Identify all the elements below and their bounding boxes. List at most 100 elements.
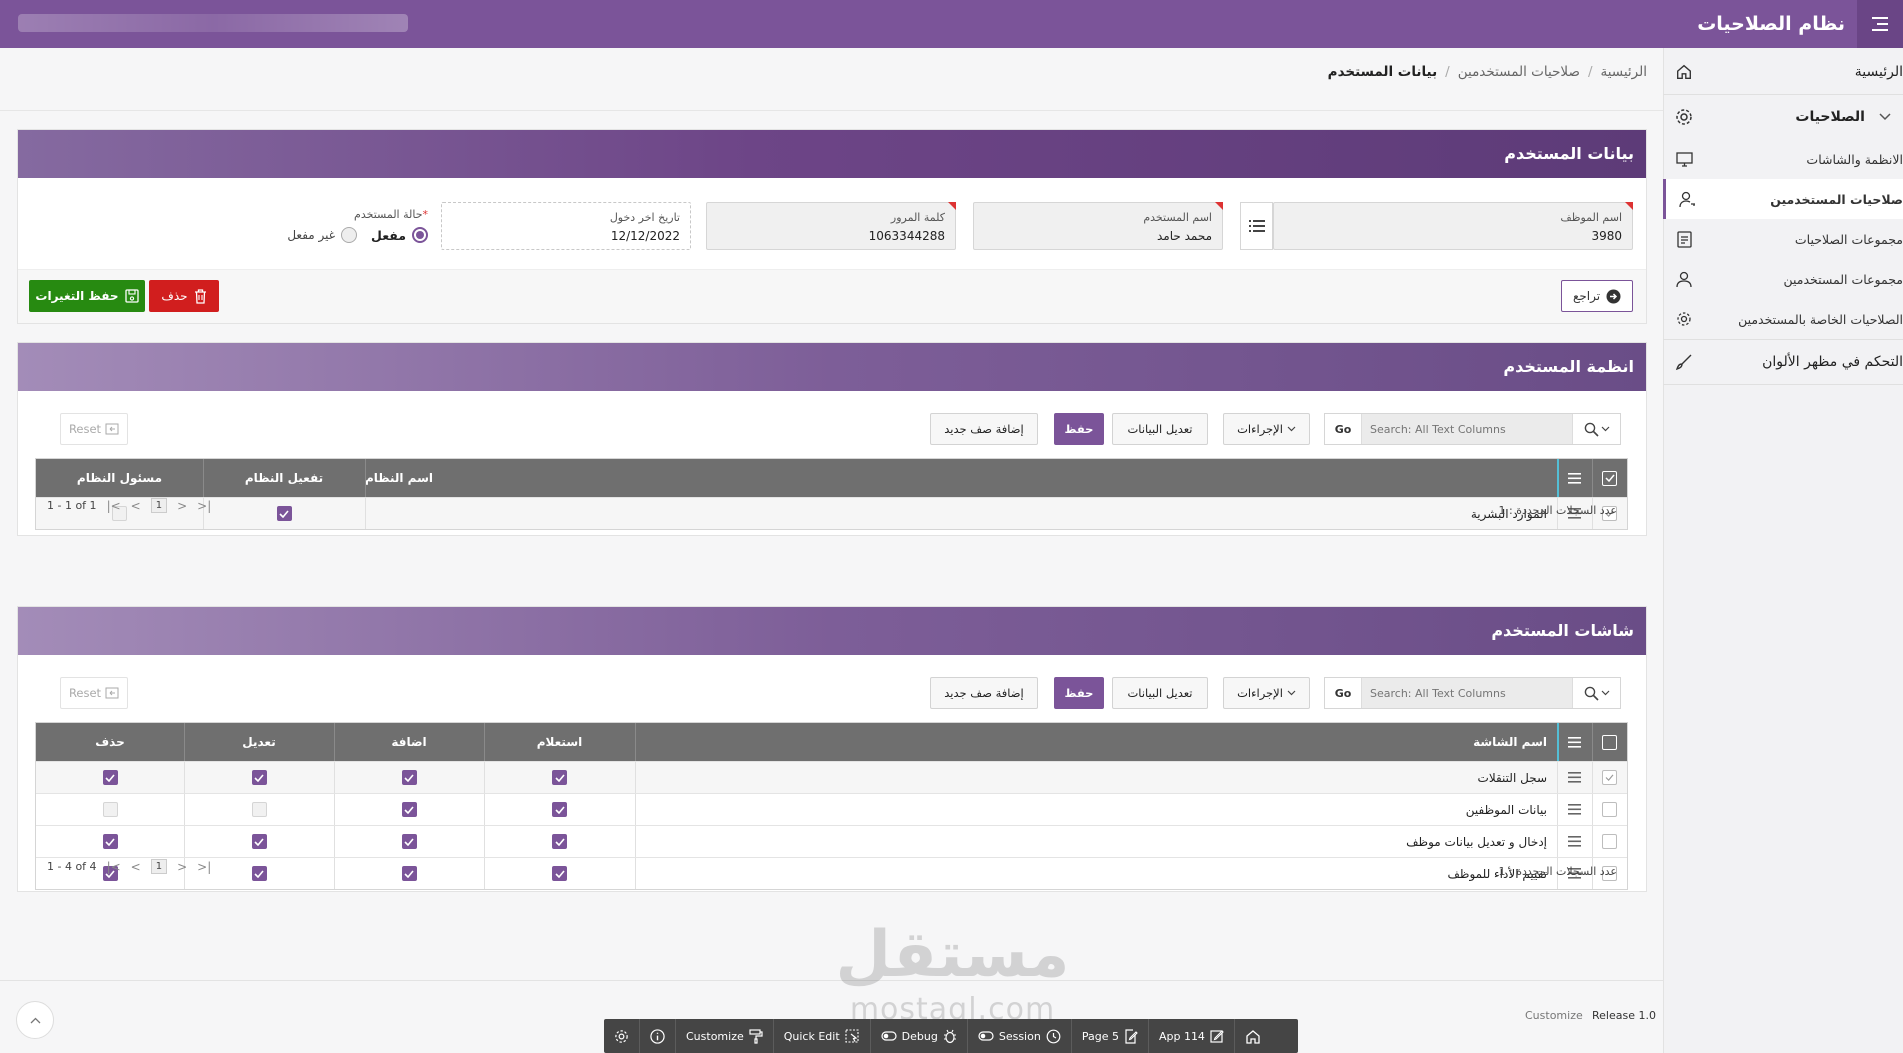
edit-data-button[interactable]: تعديل البيانات <box>1112 677 1208 709</box>
column-header-system-name[interactable]: اسم النظام <box>365 459 1557 497</box>
status-active-radio[interactable]: مفعل <box>371 227 428 243</box>
sidebar-item-user-permissions[interactable]: صلاحيات المستخدمين <box>1663 179 1903 219</box>
table-row[interactable]: تقييم الأداء للموظف <box>36 857 1627 889</box>
last-page-icon[interactable]: >| <box>197 499 211 513</box>
row-menu-button[interactable] <box>1557 826 1592 857</box>
reset-button[interactable]: Reset <box>60 413 128 445</box>
row-menu-button[interactable] <box>1557 762 1592 793</box>
column-header-delete[interactable]: حذف <box>36 723 184 761</box>
dev-home-button[interactable] <box>1235 1019 1271 1053</box>
dev-app-button[interactable]: App 114 <box>1149 1019 1235 1053</box>
delete-checkbox[interactable] <box>36 794 184 825</box>
dev-settings-button[interactable] <box>604 1019 640 1053</box>
breadcrumb-home[interactable]: الرئيسية <box>1601 64 1648 80</box>
delete-checkbox[interactable] <box>36 762 184 793</box>
column-header-query[interactable]: استعلام <box>484 723 635 761</box>
page-number[interactable]: 1 <box>150 859 168 874</box>
edit-checkbox[interactable] <box>184 794 334 825</box>
table-row[interactable]: إدخال و تعديل بيانات موظف <box>36 825 1627 857</box>
dev-quick-edit-button[interactable]: Quick Edit <box>774 1019 871 1053</box>
actions-menu-button[interactable]: الإجراءات <box>1223 413 1310 445</box>
row-select-checkbox[interactable] <box>1592 762 1627 793</box>
dev-label: Quick Edit <box>783 1029 840 1043</box>
footer-customize-link[interactable]: Customize <box>1525 1009 1583 1022</box>
save-grid-button[interactable]: حفظ <box>1054 677 1104 709</box>
employee-lookup-button[interactable] <box>1240 202 1273 250</box>
column-header-admin[interactable]: مسئول النظام <box>36 459 203 497</box>
field-label: اسم الموظف <box>1560 211 1622 224</box>
chevron-up-icon <box>30 1017 40 1023</box>
sidebar-item-systems-screens[interactable]: الانظمة والشاشات <box>1663 139 1903 179</box>
dev-page-button[interactable]: Page 5 <box>1072 1019 1149 1053</box>
column-header-add[interactable]: اضافة <box>334 723 484 761</box>
dev-session-button[interactable]: Session <box>968 1019 1072 1053</box>
password-field[interactable]: كلمة المرور 1063344288 <box>706 202 956 250</box>
activate-checkbox[interactable] <box>203 498 365 529</box>
save-grid-button[interactable]: حفظ <box>1054 413 1104 445</box>
column-header-activate[interactable]: تفعيل النظام <box>203 459 365 497</box>
column-header-screen-name[interactable]: اسم الشاشة <box>635 723 1557 761</box>
status-inactive-radio[interactable]: غير مفعل <box>287 227 358 243</box>
dev-info-button[interactable] <box>640 1019 676 1053</box>
table-row[interactable]: الموارد البشرية <box>36 497 1627 529</box>
select-all-checkbox[interactable] <box>1592 459 1627 497</box>
row-menu-button[interactable] <box>1557 794 1592 825</box>
delete-checkbox[interactable] <box>36 826 184 857</box>
search-options-button[interactable] <box>1572 678 1620 708</box>
add-checkbox[interactable] <box>334 858 484 889</box>
dev-debug-button[interactable]: Debug <box>871 1019 968 1053</box>
actions-menu-button[interactable]: الإجراءات <box>1223 677 1310 709</box>
row-select-checkbox[interactable] <box>1592 826 1627 857</box>
query-checkbox[interactable] <box>484 858 635 889</box>
edit-checkbox[interactable] <box>184 826 334 857</box>
search-input[interactable] <box>1362 678 1572 708</box>
username-field[interactable]: اسم المستخدم محمد حامد <box>973 202 1223 250</box>
add-checkbox[interactable] <box>334 794 484 825</box>
add-row-button[interactable]: إضافة صف جديد <box>930 413 1038 445</box>
cell-screen-name: تقييم الأداء للموظف <box>1447 866 1547 881</box>
page-number[interactable]: 1 <box>150 498 168 513</box>
sidebar-item-home[interactable]: الرئيسية <box>1663 50 1903 94</box>
table-row[interactable]: سجل التنقلات <box>36 761 1627 793</box>
next-page-icon[interactable]: > <box>177 860 187 874</box>
query-checkbox[interactable] <box>484 762 635 793</box>
edit-checkbox[interactable] <box>184 762 334 793</box>
menu-toggle-button[interactable] <box>1857 0 1903 48</box>
search-options-button[interactable] <box>1572 414 1620 444</box>
user-menu-blurred[interactable] <box>18 14 408 32</box>
go-button[interactable]: Go <box>1325 678 1362 708</box>
select-all-checkbox[interactable] <box>1592 723 1627 761</box>
save-changes-button[interactable]: حفظ التغيرات <box>29 280 145 312</box>
edit-data-button[interactable]: تعديل البيانات <box>1112 413 1208 445</box>
add-row-button[interactable]: إضافة صف جديد <box>930 677 1038 709</box>
prev-page-icon[interactable]: < <box>131 860 141 874</box>
breadcrumb-parent[interactable]: صلاحيات المستخدمين <box>1458 64 1580 80</box>
prev-page-icon[interactable]: < <box>131 499 141 513</box>
table-row[interactable]: بيانات الموظفين <box>36 793 1627 825</box>
dev-customize-button[interactable]: Customize <box>676 1019 774 1053</box>
reset-button[interactable]: Reset <box>60 677 128 709</box>
search-input[interactable] <box>1362 414 1572 444</box>
next-page-icon[interactable]: > <box>177 499 187 513</box>
first-page-icon[interactable]: |< <box>107 499 121 513</box>
delete-button[interactable]: حذف <box>149 280 219 312</box>
query-checkbox[interactable] <box>484 826 635 857</box>
sidebar-item-permission-groups[interactable]: مجموعات الصلاحيات <box>1663 219 1903 259</box>
add-checkbox[interactable] <box>334 826 484 857</box>
sidebar-item-user-groups[interactable]: مجموعات المستخدمين <box>1663 259 1903 299</box>
add-checkbox[interactable] <box>334 762 484 793</box>
first-page-icon[interactable]: |< <box>107 860 121 874</box>
go-button[interactable]: Go <box>1325 414 1362 444</box>
scroll-to-top-button[interactable] <box>16 1001 54 1039</box>
watermark-text: مستقل <box>835 918 1070 992</box>
sidebar-item-theme[interactable]: التحكم في مظهر الألوان <box>1663 340 1903 384</box>
column-header-edit[interactable]: تعديل <box>184 723 334 761</box>
sidebar-item-special-permissions[interactable]: الصلاحيات الخاصة بالمستخدمين <box>1663 299 1903 339</box>
home-icon <box>1246 1029 1260 1044</box>
query-checkbox[interactable] <box>484 794 635 825</box>
back-button[interactable]: تراجع <box>1561 280 1633 312</box>
employee-field[interactable]: اسم الموظف 3980 <box>1273 202 1633 250</box>
sidebar-item-permissions[interactable]: الصلاحيات <box>1663 95 1903 139</box>
row-select-checkbox[interactable] <box>1592 794 1627 825</box>
last-page-icon[interactable]: >| <box>197 860 211 874</box>
